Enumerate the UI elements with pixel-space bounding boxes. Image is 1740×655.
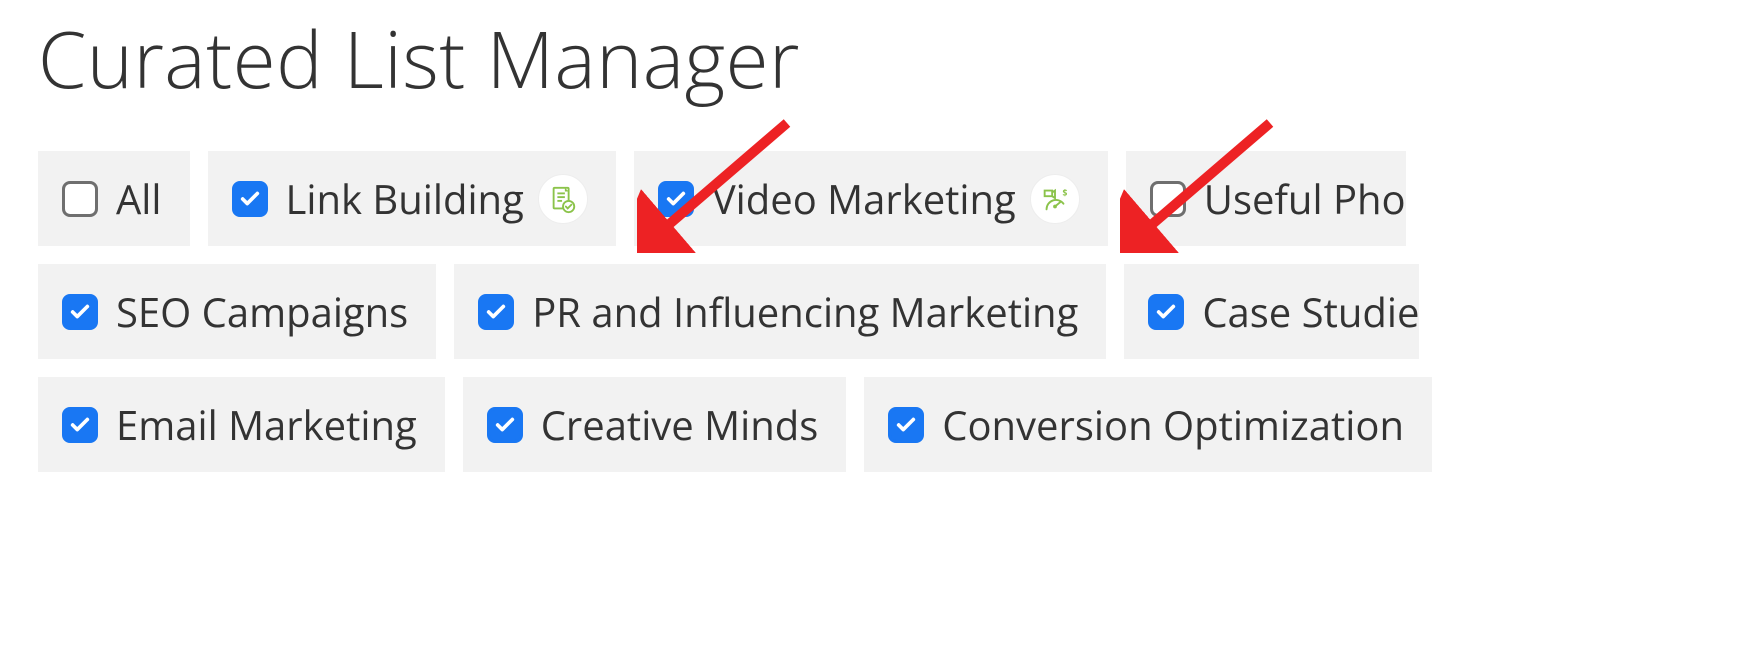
chip-conversion-opt[interactable]: Conversion Optimization: [864, 377, 1432, 472]
chip-creative-minds[interactable]: Creative Minds: [463, 377, 847, 472]
doc-check-icon: [538, 174, 588, 224]
checkbox-all[interactable]: [62, 181, 98, 217]
page-title: Curated List Manager: [38, 5, 1740, 111]
chip-label: SEO Campaigns: [116, 284, 408, 339]
checkbox-checked-icon: [888, 407, 924, 443]
checkbox-link-building[interactable]: [232, 181, 268, 217]
chip-link-building[interactable]: Link Building: [208, 151, 616, 246]
checkbox-checked-icon: [478, 294, 514, 330]
checkbox-email-marketing[interactable]: [62, 407, 98, 443]
checkbox-checked-icon: [232, 181, 268, 217]
chip-label: Case Studie: [1202, 284, 1419, 339]
checkbox-case-studies[interactable]: [1148, 294, 1184, 330]
chip-label: Useful Pho: [1204, 171, 1406, 226]
chip-row: All Link Building: [38, 151, 1740, 246]
checkbox-pr-influencing[interactable]: [478, 294, 514, 330]
chip-label: All: [116, 171, 162, 226]
checkbox-useful-pho[interactable]: [1150, 181, 1186, 217]
checkbox-unchecked-icon: [62, 181, 98, 217]
chip-all[interactable]: All: [38, 151, 190, 246]
chip-label: Creative Minds: [541, 397, 819, 452]
checkbox-creative-minds[interactable]: [487, 407, 523, 443]
chip-seo-campaigns[interactable]: SEO Campaigns: [38, 264, 436, 359]
category-filter-area: All Link Building: [0, 151, 1740, 472]
checkbox-conversion-opt[interactable]: [888, 407, 924, 443]
gauge-icon: $: [1030, 174, 1080, 224]
chip-useful-pho[interactable]: Useful Pho: [1126, 151, 1406, 246]
chip-row: Email Marketing Creative Minds Conversio…: [38, 377, 1740, 472]
checkbox-checked-icon: [1148, 294, 1184, 330]
chip-label: Link Building: [286, 171, 524, 226]
checkbox-unchecked-icon: [1150, 181, 1186, 217]
checkbox-video-marketing[interactable]: [658, 181, 694, 217]
chip-label: Email Marketing: [116, 397, 417, 452]
svg-text:$: $: [1062, 188, 1067, 199]
chip-label: Video Marketing: [712, 171, 1016, 226]
chip-case-studies[interactable]: Case Studie: [1124, 264, 1419, 359]
chip-row: SEO Campaigns PR and Influencing Marketi…: [38, 264, 1740, 359]
checkbox-checked-icon: [62, 407, 98, 443]
chip-email-marketing[interactable]: Email Marketing: [38, 377, 445, 472]
checkbox-checked-icon: [487, 407, 523, 443]
chip-label: PR and Influencing Marketing: [532, 284, 1078, 339]
checkbox-checked-icon: [62, 294, 98, 330]
checkbox-seo-campaigns[interactable]: [62, 294, 98, 330]
chip-pr-influencing[interactable]: PR and Influencing Marketing: [454, 264, 1106, 359]
chip-label: Conversion Optimization: [942, 397, 1404, 452]
chip-video-marketing[interactable]: Video Marketing $: [634, 151, 1108, 246]
checkbox-checked-icon: [658, 181, 694, 217]
